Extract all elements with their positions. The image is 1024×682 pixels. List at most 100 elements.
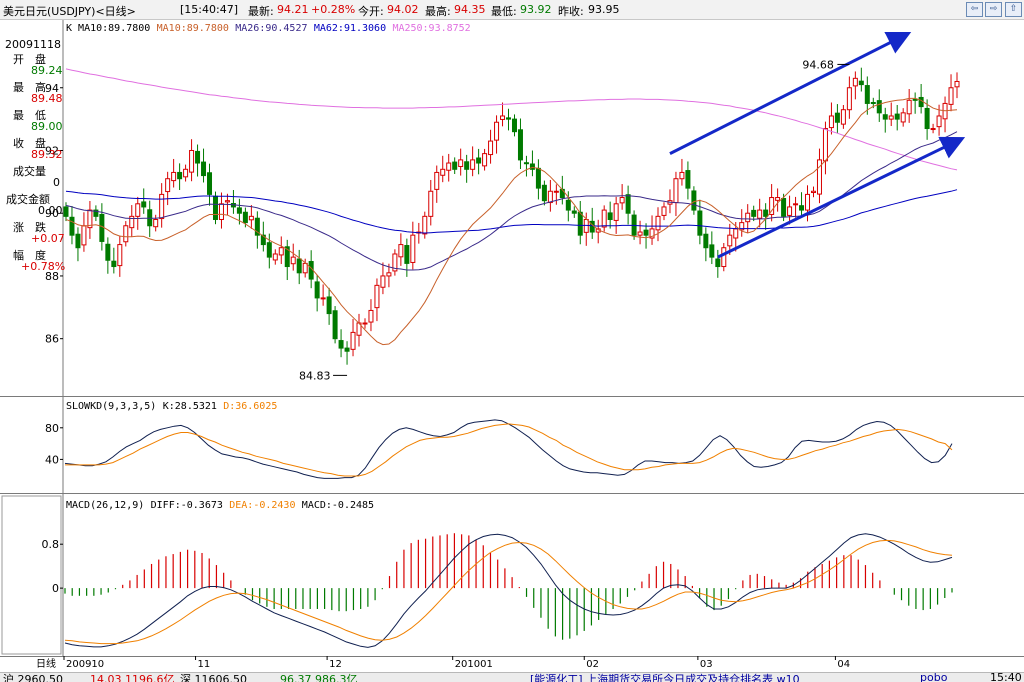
chart-canvas[interactable]: K MA10:89.7800 MA10:89.7800 MA26:90.4527 MA6… <box>0 0 1024 681</box>
kd-legend-name: SLOWKD(9,3,3,5) <box>66 401 156 412</box>
candle-up <box>936 115 942 128</box>
price-legend-ma26: MA26:90.4527 <box>235 23 307 34</box>
candle-up <box>422 215 428 235</box>
macd-y-tick-0.8: 0.8 <box>42 538 60 551</box>
candle-down <box>326 296 332 315</box>
candle-down <box>105 243 111 261</box>
info-high-value: 89.48 <box>31 92 63 105</box>
info-open-value: 89.24 <box>31 64 63 77</box>
candle-down <box>242 211 248 224</box>
candle-up <box>673 178 679 204</box>
candle-down <box>577 211 583 236</box>
candle-down <box>177 171 183 180</box>
info-volume-value: 0 <box>53 176 60 189</box>
candle-up <box>159 193 165 220</box>
candle-up <box>553 190 559 193</box>
candle-up <box>218 203 224 220</box>
scroll-right-button[interactable]: ⇨ <box>985 2 1002 17</box>
candle-up <box>721 247 727 268</box>
candle-up <box>810 190 816 194</box>
candle-up <box>482 153 488 167</box>
low-label: 最低: <box>491 5 517 18</box>
price-legend-ma62: MA62:91.3060 <box>314 23 386 34</box>
kd-y-tick-40: 40 <box>45 453 59 466</box>
open-price: 94.02 <box>387 3 419 16</box>
candle-up <box>410 234 416 263</box>
candle-down <box>571 210 577 214</box>
candle-down <box>404 245 410 264</box>
candle-up <box>362 322 368 325</box>
scroll-up-button[interactable]: ⇧ <box>1005 2 1022 17</box>
candle-up <box>153 218 159 228</box>
low-price-label: 84.83 <box>299 369 331 382</box>
candle-up <box>374 284 380 309</box>
candle-down <box>506 117 512 120</box>
macd-legend-diff: DIFF:-0.3673 <box>151 500 223 511</box>
symbol-title: 美元日元(USDJPY)<日线> <box>3 5 136 18</box>
candle-down <box>314 281 320 299</box>
candle-up <box>446 162 452 171</box>
candle-down <box>643 229 649 236</box>
candle-down <box>212 195 218 220</box>
open-label: 今开: <box>358 5 384 18</box>
kd-k-line <box>64 419 953 479</box>
low-price: 93.92 <box>520 3 552 16</box>
candle-up <box>380 275 386 288</box>
candle-down <box>876 100 882 114</box>
candle-up <box>224 200 230 203</box>
candle-up <box>278 247 284 256</box>
info-change-value: +0.07 <box>31 232 65 245</box>
candle-up <box>171 171 177 182</box>
candle-down <box>517 129 523 161</box>
kd-y-tick-80: 80 <box>45 422 59 435</box>
candle-down <box>111 260 117 268</box>
candle-up <box>500 115 506 120</box>
candle-down <box>924 107 930 130</box>
candle-down <box>715 258 721 268</box>
candle-up <box>189 149 195 173</box>
candle-up <box>320 297 326 300</box>
candle-up <box>846 87 852 111</box>
price-legend-k: K <box>66 23 72 34</box>
candle-down <box>565 199 571 211</box>
candle-up <box>547 190 553 204</box>
candle-up <box>775 197 781 201</box>
candle-up <box>661 206 667 216</box>
candle-down <box>63 206 69 217</box>
kd-legend-d: D:36.6025 <box>223 401 277 412</box>
candle-down <box>912 98 918 101</box>
candle-up <box>488 140 494 156</box>
candle-down <box>296 258 302 274</box>
macd-dea-line <box>64 539 953 645</box>
kd-legend-k: K:28.5321 <box>163 401 217 412</box>
latest-price: 94.21 <box>277 3 309 16</box>
candle-down <box>751 209 757 217</box>
bar-info-panel: 20091118 开 盘 89.24 最 高 89.48 最 低 89.00 收… <box>0 20 65 396</box>
candle-down <box>763 209 769 217</box>
macd-legend-dea: DEA:-0.2430 <box>229 500 295 511</box>
high-price: 94.35 <box>454 3 486 16</box>
candle-down <box>799 205 805 211</box>
info-low-value: 89.00 <box>31 120 63 133</box>
candle-up <box>183 168 189 178</box>
candle-down <box>541 184 547 202</box>
prev-close-price: 93.95 <box>588 3 620 16</box>
candle-up <box>840 109 846 125</box>
candle-up <box>117 244 123 267</box>
candle-up <box>302 262 308 274</box>
candle-up <box>135 203 141 217</box>
candle-up <box>428 190 434 217</box>
candle-down <box>195 150 201 164</box>
candle-up <box>852 77 858 87</box>
candle-up <box>888 115 894 120</box>
high-label: 最高: <box>425 5 451 18</box>
scroll-left-button[interactable]: ⇦ <box>966 2 983 17</box>
candle-down <box>625 194 631 214</box>
candle-up <box>494 121 500 141</box>
candle-down <box>918 96 924 108</box>
candle-down <box>452 161 458 170</box>
candle-down <box>236 207 242 214</box>
candle-up <box>745 212 751 223</box>
x-label-02: 02 <box>586 659 599 670</box>
candle-down <box>344 347 350 352</box>
